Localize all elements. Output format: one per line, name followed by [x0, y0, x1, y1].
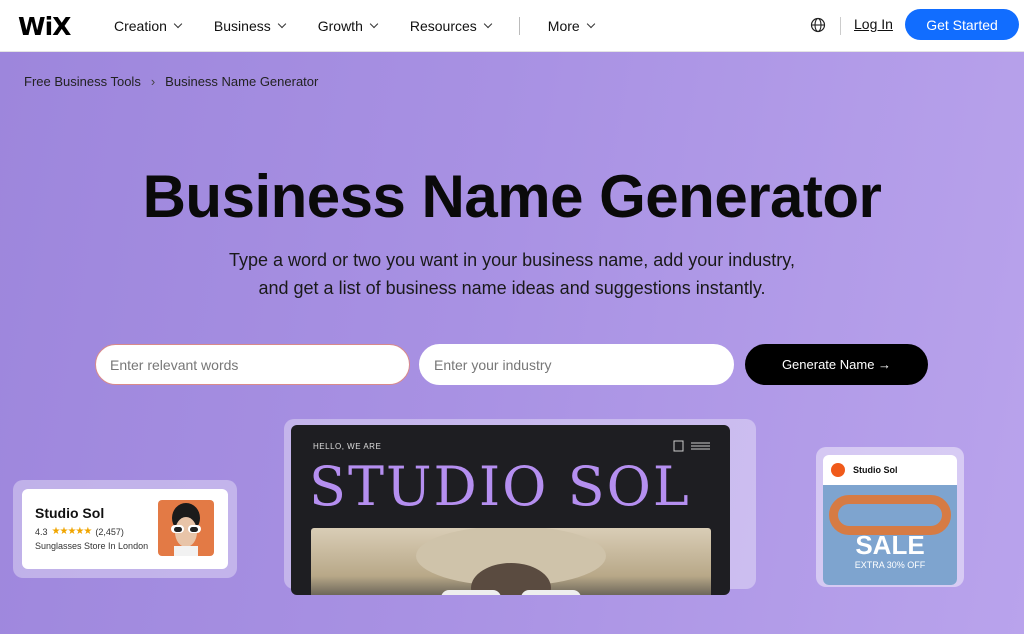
wix-logo[interactable]: WiX	[18, 12, 71, 41]
nav-label: Business	[213, 18, 271, 34]
chevron-down-icon	[586, 19, 595, 29]
nav-more[interactable]: More	[547, 18, 595, 34]
sun-logo-icon	[831, 463, 845, 477]
store-card-rating: 4.3 ★★★★★ (2,457)	[35, 526, 124, 537]
phone-brand-name: Studio Sol	[853, 465, 898, 475]
page-title: Business Name Generator	[142, 163, 882, 230]
nav-growth[interactable]: Growth	[317, 18, 379, 34]
subtitle-line: Type a word or two you want in your busi…	[229, 250, 795, 270]
review-count: (2,457)	[95, 526, 124, 537]
menu-icon	[673, 440, 711, 455]
nav-business[interactable]: Business	[213, 18, 286, 34]
sale-subtext: EXTRA 30% OFF	[854, 560, 926, 570]
website-mockup: HELLO, WE ARE STUDIO SOL	[291, 425, 730, 595]
get-started-button[interactable]: Get Started	[905, 9, 1019, 40]
chevron-down-icon	[173, 19, 183, 29]
mockup-hero-photo	[311, 526, 711, 595]
nav-label: Resources	[409, 18, 477, 34]
generate-name-button[interactable]: Generate Name →	[745, 344, 928, 385]
chevron-down-icon	[277, 19, 286, 29]
nav-label: Growth	[317, 18, 363, 34]
store-card-title: Studio Sol	[35, 505, 105, 521]
login-link[interactable]: Log In	[854, 16, 893, 32]
star-rating-icon: ★★★★★	[51, 526, 93, 537]
relevant-words-input[interactable]: Enter relevant words	[95, 344, 410, 385]
header-divider	[840, 17, 841, 35]
breadcrumb: Free Business Tools › Business Name Gene…	[24, 74, 318, 89]
sale-text: SALE	[855, 530, 925, 560]
breadcrumb-separator: ›	[150, 74, 156, 89]
breadcrumb-current: Business Name Generator	[165, 74, 319, 89]
store-card-photo	[158, 500, 214, 556]
nav-label: Creation	[114, 18, 167, 34]
globe-icon[interactable]	[810, 17, 826, 33]
phone-mockup: Studio Sol SALE EXTRA 30% OFF	[823, 455, 957, 585]
sunglasses-graphic	[829, 495, 951, 535]
top-header: WiX Creation Business Growth Resources M…	[0, 0, 1024, 52]
industry-input[interactable]: Enter your industry	[419, 344, 734, 385]
chevron-down-icon	[483, 19, 493, 29]
mockup-hello-text: HELLO, WE ARE	[313, 442, 382, 451]
breadcrumb-parent-link[interactable]: Free Business Tools	[24, 74, 141, 89]
phone-header: Studio Sol	[823, 455, 957, 485]
page-subtitle: Type a word or two you want in your busi…	[0, 246, 1024, 302]
nav-label: More	[547, 18, 580, 34]
subtitle-line: and get a list of business name ideas an…	[258, 278, 766, 298]
chevron-down-icon	[369, 19, 379, 29]
main-nav: Creation Business Growth Resources More	[114, 0, 627, 52]
nav-resources[interactable]: Resources	[409, 18, 493, 34]
nav-creation[interactable]: Creation	[114, 18, 183, 34]
mockup-brand-title: STUDIO SOL	[309, 455, 691, 518]
store-card-description: Sunglasses Store In London	[35, 541, 149, 551]
nav-divider	[518, 17, 520, 35]
rating-value: 4.3	[35, 526, 48, 537]
